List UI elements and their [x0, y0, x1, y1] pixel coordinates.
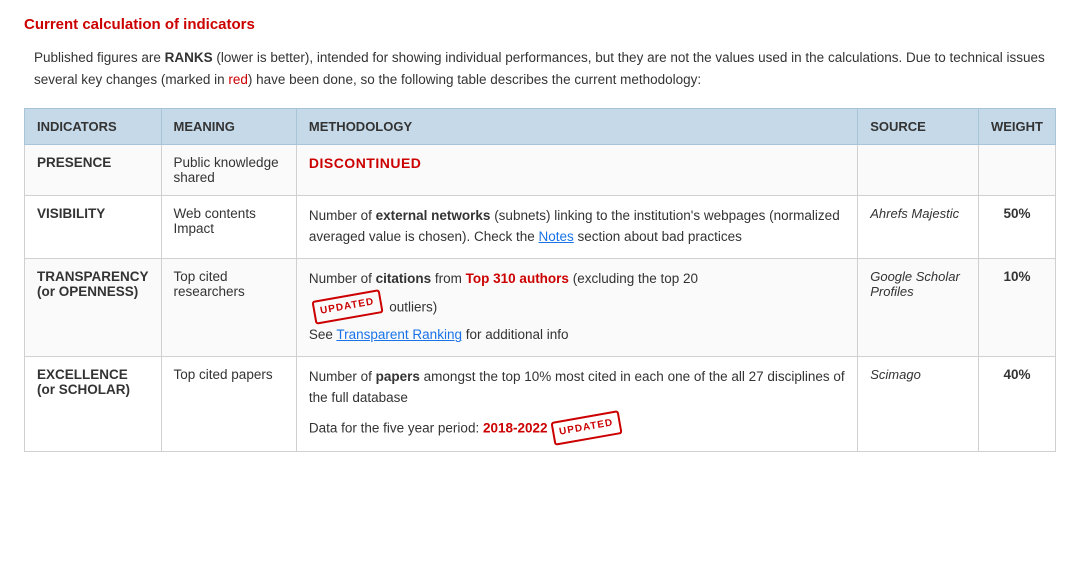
- col-header-meaning: MEANING: [161, 109, 296, 145]
- visibility-source: Ahrefs Majestic: [858, 196, 979, 259]
- presence-meaning: Public knowledge shared: [161, 145, 296, 196]
- transparent-ranking-link[interactable]: Transparent Ranking: [336, 327, 462, 342]
- visibility-methodology: Number of external networks (subnets) li…: [296, 196, 857, 259]
- excellence-source: Scimago: [858, 357, 979, 451]
- col-header-indicators: INDICATORS: [25, 109, 162, 145]
- notes-link[interactable]: Notes: [539, 229, 574, 244]
- transparency-source: Google Scholar Profiles: [858, 259, 979, 357]
- table-row: TRANSPARENCY (or OPENNESS) Top cited res…: [25, 259, 1056, 357]
- excellence-meaning: Top cited papers: [161, 357, 296, 451]
- visibility-meaning: Web contents Impact: [161, 196, 296, 259]
- intro-text-end: ) have been done, so the following table…: [248, 72, 701, 87]
- transparency-meaning: Top cited researchers: [161, 259, 296, 357]
- table-row: PRESENCE Public knowledge shared DISCONT…: [25, 145, 1056, 196]
- visibility-weight: 50%: [978, 196, 1055, 259]
- updated-stamp-excellence: UPDATED: [550, 410, 622, 445]
- transparency-methodology: Number of citations from Top 310 authors…: [296, 259, 857, 357]
- transparency-indicator: TRANSPARENCY (or OPENNESS): [25, 259, 162, 357]
- intro-paragraph: Published figures are RANKS (lower is be…: [24, 47, 1056, 90]
- excellence-indicator: EXCELLENCE (or SCHOLAR): [25, 357, 162, 451]
- presence-methodology: DISCONTINUED: [296, 145, 857, 196]
- table-header-row: INDICATORS MEANING METHODOLOGY SOURCE WE…: [25, 109, 1056, 145]
- red-word: red: [228, 72, 248, 87]
- updated-stamp-transparency: UPDATED: [311, 289, 383, 324]
- col-header-source: SOURCE: [858, 109, 979, 145]
- presence-weight: [978, 145, 1055, 196]
- page-title: Current calculation of indicators: [24, 16, 1056, 33]
- indicators-table: INDICATORS MEANING METHODOLOGY SOURCE WE…: [24, 108, 1056, 452]
- transparency-weight: 10%: [978, 259, 1055, 357]
- presence-indicator: PRESENCE: [25, 145, 162, 196]
- col-header-weight: WEIGHT: [978, 109, 1055, 145]
- presence-source: [858, 145, 979, 196]
- table-row: VISIBILITY Web contents Impact Number of…: [25, 196, 1056, 259]
- excellence-weight: 40%: [978, 357, 1055, 451]
- intro-text-before: Published figures are: [34, 50, 165, 65]
- ranks-label: RANKS: [165, 50, 213, 65]
- visibility-indicator: VISIBILITY: [25, 196, 162, 259]
- table-row: EXCELLENCE (or SCHOLAR) Top cited papers…: [25, 357, 1056, 451]
- col-header-methodology: METHODOLOGY: [296, 109, 857, 145]
- excellence-methodology: Number of papers amongst the top 10% mos…: [296, 357, 857, 451]
